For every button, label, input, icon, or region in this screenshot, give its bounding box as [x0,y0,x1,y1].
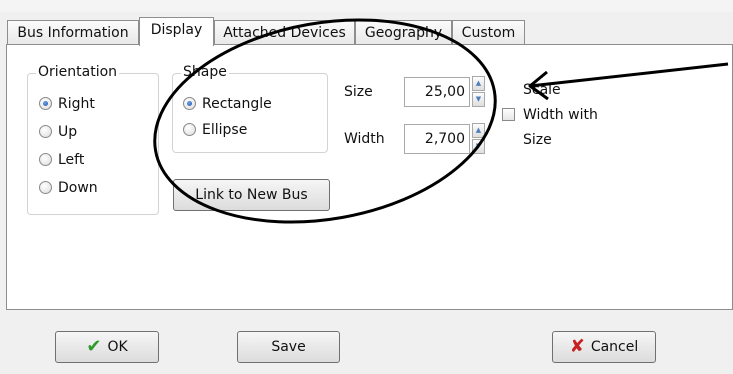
tab-geography[interactable]: Geography [355,20,452,45]
width-input[interactable] [404,124,470,154]
radio-label: Rectangle [202,96,272,112]
width-up-arrow-icon[interactable]: ▲ [472,123,485,138]
bus-dialog: Bus Information Display Attached Devices… [0,0,733,374]
orientation-legend: Orientation [36,64,120,80]
orientation-group: Orientation Right Up Left Down [27,64,159,215]
cancel-label: Cancel [590,339,639,355]
radio-label: Down [58,180,98,196]
link-to-new-bus-button[interactable]: Link to New Bus [173,179,330,211]
size-up-arrow-icon[interactable]: ▲ [472,76,485,91]
size-input[interactable] [404,77,470,107]
shape-group: Shape Rectangle Ellipse [172,64,328,153]
link-button-label: Link to New Bus [195,187,308,203]
width-down-arrow-icon[interactable]: ▼ [472,139,485,154]
size-spinner[interactable]: ▲ ▼ [472,76,485,108]
scale-checkbox-label-line3: Size [523,132,552,148]
size-label: Size [344,84,373,100]
width-spinner[interactable]: ▲ ▼ [472,123,485,155]
x-icon: ✘ [569,336,585,357]
radio-button-selected[interactable] [39,97,52,110]
scale-width-checkbox[interactable] [502,108,515,121]
tab-display[interactable]: Display [139,17,214,46]
shape-legend: Shape [181,64,229,80]
radio-label: Left [58,152,85,168]
cancel-button[interactable]: ✘ Cancel [552,331,656,363]
radio-label: Up [58,124,78,140]
radio-button[interactable] [39,153,52,166]
radio-label: Right [58,96,95,112]
top-strip [0,0,733,12]
ok-label: OK [107,339,128,355]
tab-bus-information[interactable]: Bus Information [7,20,139,45]
size-down-arrow-icon[interactable]: ▼ [472,92,485,107]
ok-button[interactable]: ✔ OK [55,331,159,363]
radio-label: Ellipse [202,122,248,138]
radio-button[interactable] [39,125,52,138]
radio-button[interactable] [39,181,52,194]
save-button[interactable]: Save [237,331,340,363]
scale-checkbox-label-line1: Scale [523,82,561,98]
display-tab-panel: Orientation Right Up Left Down Shape Rec… [6,44,733,310]
radio-button-selected[interactable] [183,97,196,110]
tab-custom[interactable]: Custom [452,20,525,45]
tab-attached-devices[interactable]: Attached Devices [214,20,355,45]
width-label: Width [344,131,385,147]
checkmark-icon: ✔ [86,336,102,357]
save-label: Save [271,339,306,355]
radio-button[interactable] [183,123,196,136]
scale-checkbox-label-line2: Width with [523,107,598,123]
